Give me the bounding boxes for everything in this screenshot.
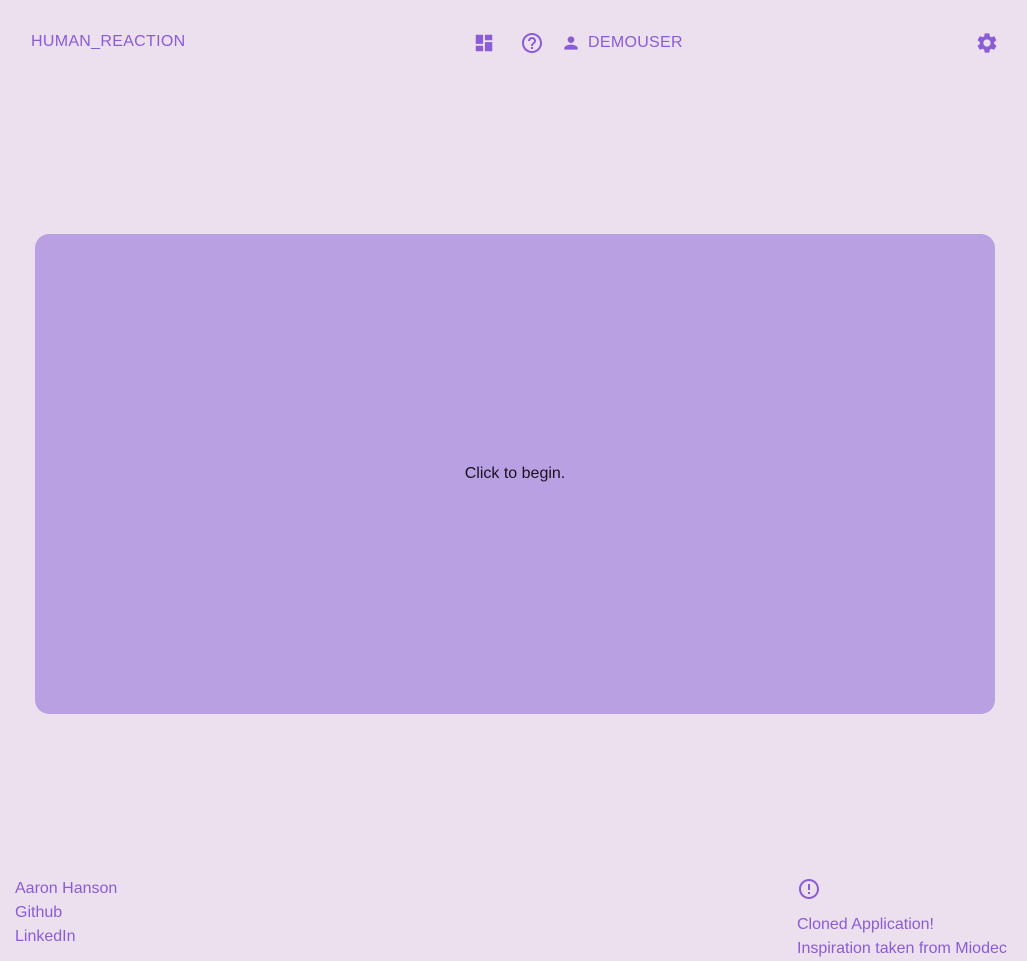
top-nav: HUMAN_REACTION DEMOUSER [0,0,1027,86]
brand-logo-text[interactable]: HUMAN_REACTION [31,33,185,51]
inspiration-note: Inspiration taken from Miodec [797,940,1007,957]
author-link[interactable]: Aaron Hanson [15,877,117,901]
help-circle-icon[interactable] [518,29,546,57]
linkedin-link[interactable]: LinkedIn [15,925,117,949]
cloned-app-note: Cloned Application! [797,916,934,933]
person-icon [560,32,582,54]
footer-credits: Aaron Hanson Github LinkedIn [15,877,117,949]
dashboard-icon[interactable] [470,29,498,57]
start-prompt: Click to begin. [464,465,566,482]
reaction-test-area[interactable]: Click to begin. [35,234,995,714]
github-link[interactable]: Github [15,901,117,925]
footer-notice: Cloned Application! Inspiration taken fr… [797,877,1007,961]
alert-circle-icon [799,879,819,899]
nav-center-group: DEMOUSER [470,28,683,58]
user-account-button[interactable]: DEMOUSER [560,32,683,54]
username-label: DEMOUSER [588,34,683,51]
gear-icon[interactable] [973,29,1001,57]
